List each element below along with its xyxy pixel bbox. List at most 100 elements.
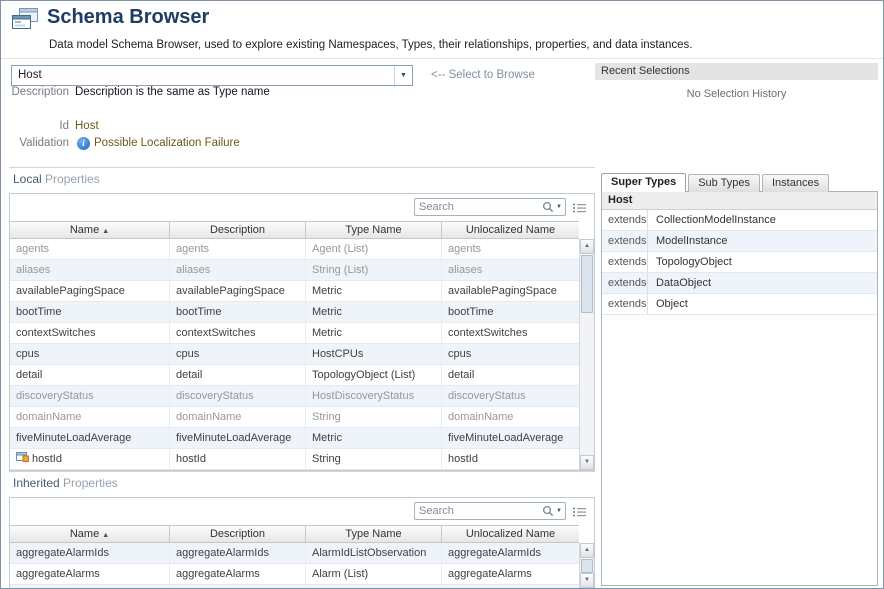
cell-name: aggregateAlarmIds [10, 543, 170, 563]
list-item[interactable]: extends CollectionModelInstance [602, 210, 877, 231]
search-box: ▼ [414, 502, 566, 520]
column-chooser-icon[interactable] [572, 202, 587, 214]
cell-unlocalized-name: agents [442, 239, 579, 259]
tab-super-types[interactable]: Super Types [601, 173, 686, 192]
cell-description: domainName [170, 407, 306, 427]
local-properties-panel: ▼ Name▲ Description Type Name Unlocalize… [9, 193, 595, 471]
type-selector-dropdown[interactable]: Host ▼ [11, 65, 413, 86]
type-name: TopologyObject [648, 252, 732, 272]
table-row[interactable]: discoveryStatus discoveryStatus HostDisc… [10, 386, 579, 407]
validation-value: Possible Localization Failure [94, 137, 240, 149]
column-header-unlocalized-name[interactable]: Unlocalized Name [442, 222, 579, 238]
type-name: DataObject [648, 273, 711, 293]
search-input[interactable] [415, 201, 542, 213]
cell-name: agents [10, 239, 170, 259]
search-options-chevron-icon[interactable]: ▼ [556, 508, 562, 514]
info-icon: i [77, 137, 90, 150]
list-item[interactable]: extends DataObject [602, 273, 877, 294]
cell-type-name: HostDiscoveryStatus [306, 386, 442, 406]
table-row[interactable]: hostId hostId String hostId [10, 449, 579, 470]
table-row[interactable]: detail detail TopologyObject (List) deta… [10, 365, 579, 386]
search-input[interactable] [415, 505, 542, 517]
table-row[interactable]: fiveMinuteLoadAverage fiveMinuteLoadAver… [10, 428, 579, 449]
search-options-chevron-icon[interactable]: ▼ [556, 204, 562, 210]
tab-instances[interactable]: Instances [762, 174, 829, 192]
cell-type-name: String [306, 407, 442, 427]
cell-type-name: HostCPUs [306, 344, 442, 364]
scroll-up-icon[interactable]: ▲ [580, 543, 594, 558]
inherited-search-row: ▼ [10, 498, 594, 525]
table-row[interactable]: cpus cpus HostCPUs cpus [10, 344, 579, 365]
column-header-description[interactable]: Description [170, 526, 306, 542]
table-header: Name▲ Description Type Name Unlocalized … [10, 221, 579, 239]
cell-type-name [306, 585, 442, 589]
table-row[interactable] [10, 585, 579, 589]
cell-unlocalized-name: hostId [442, 449, 579, 469]
cell-name: contextSwitches [10, 323, 170, 343]
cell-description: discoveryStatus [170, 386, 306, 406]
cell-name: fiveMinuteLoadAverage [10, 428, 170, 448]
scrollbar-thumb[interactable] [581, 559, 593, 573]
relation-label: extends [602, 294, 648, 314]
list-item[interactable]: extends TopologyObject [602, 252, 877, 273]
column-header-type-name[interactable]: Type Name [306, 526, 442, 542]
list-item[interactable]: extends Object [602, 294, 877, 315]
cell-type-name: String (List) [306, 260, 442, 280]
table-row[interactable]: availablePagingSpace availablePagingSpac… [10, 281, 579, 302]
column-header-name[interactable]: Name▲ [10, 222, 170, 238]
cell-description: hostId [170, 449, 306, 469]
type-panel-tabs: Super TypesSub TypesInstances [601, 173, 831, 192]
column-header-description[interactable]: Description [170, 222, 306, 238]
vertical-scrollbar[interactable]: ▲ ▼ [579, 543, 594, 588]
cell-unlocalized-name: aggregateAlarms [442, 564, 579, 584]
cell-unlocalized-name: discoveryStatus [442, 386, 579, 406]
type-name: ModelInstance [648, 231, 728, 251]
scroll-down-icon[interactable]: ▼ [580, 573, 594, 588]
cell-description: contextSwitches [170, 323, 306, 343]
search-box: ▼ [414, 198, 566, 216]
relation-label: extends [602, 210, 648, 230]
page-header: Schema Browser Data model Schema Browser… [1, 1, 883, 59]
table-row[interactable]: aggregateAlarms aggregateAlarms Alarm (L… [10, 564, 579, 585]
table-row[interactable]: aggregateAlarmIds aggregateAlarmIds Alar… [10, 543, 579, 564]
cell-description: aggregateAlarms [170, 564, 306, 584]
vertical-scrollbar[interactable]: ▲ ▼ [579, 239, 594, 470]
cell-description [170, 585, 306, 589]
column-header-name[interactable]: Name▲ [10, 526, 170, 542]
cell-name: domainName [10, 407, 170, 427]
column-chooser-icon[interactable] [572, 506, 587, 518]
table-row[interactable]: domainName domainName String domainName [10, 407, 579, 428]
inherited-properties-panel: ▼ Name▲ Description Type Name Unlocalize… [9, 497, 595, 589]
scrollbar-thumb[interactable] [581, 255, 593, 313]
scroll-down-icon[interactable]: ▼ [580, 455, 594, 470]
table-row[interactable]: agents agents Agent (List) agents [10, 239, 579, 260]
table-body: agents agents Agent (List) agents aliase… [10, 239, 579, 470]
tab-sub-types[interactable]: Sub Types [688, 174, 760, 192]
identity-property-icon [16, 449, 29, 460]
cell-type-name: Metric [306, 428, 442, 448]
cell-unlocalized-name: domainName [442, 407, 579, 427]
cell-name: availablePagingSpace [10, 281, 170, 301]
cell-description: agents [170, 239, 306, 259]
cell-name: detail [10, 365, 170, 385]
table-row[interactable]: bootTime bootTime Metric bootTime [10, 302, 579, 323]
table-body: aggregateAlarmIds aggregateAlarmIds Alar… [10, 543, 579, 589]
validation-label: Validation [11, 137, 69, 149]
sort-ascending-icon: ▲ [102, 228, 109, 235]
cell-type-name: Alarm (List) [306, 564, 442, 584]
type-selector-value: Host [18, 69, 42, 81]
scroll-up-icon[interactable]: ▲ [580, 239, 594, 254]
search-icon[interactable] [542, 505, 554, 517]
column-header-unlocalized-name[interactable]: Unlocalized Name [442, 526, 579, 542]
cell-type-name: AlarmIdListObservation [306, 543, 442, 563]
list-item[interactable]: extends ModelInstance [602, 231, 877, 252]
search-icon[interactable] [542, 201, 554, 213]
page-title: Schema Browser [47, 6, 209, 29]
recent-selections-panel: Recent Selections No Selection History [595, 63, 878, 100]
table-row[interactable]: aliases aliases String (List) aliases [10, 260, 579, 281]
table-row[interactable]: contextSwitches contextSwitches Metric c… [10, 323, 579, 344]
schema-browser-window: Schema Browser Data model Schema Browser… [0, 0, 884, 589]
column-header-type-name[interactable]: Type Name [306, 222, 442, 238]
cell-description: aliases [170, 260, 306, 280]
chevron-down-icon[interactable]: ▼ [394, 66, 412, 85]
